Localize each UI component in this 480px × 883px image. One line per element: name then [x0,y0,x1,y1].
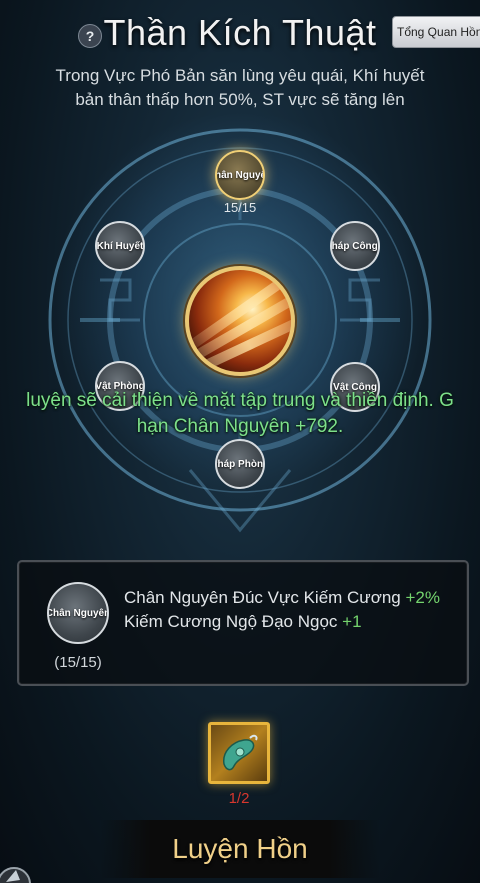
jade-pendant-graphic [223,734,258,771]
flame-slash-skill-icon[interactable] [185,266,295,376]
bonus-value: +2% [405,588,440,607]
bonus-line: Chân Nguyên Đúc Vực Kiếm Cương +2% [124,588,440,608]
wheel-node-khi-huyet[interactable]: Khí Huyết [95,221,145,271]
skill-description: Trong Vực Phó Bản săn lùng yêu quái, Khí… [0,64,480,112]
node-label: Chân Nguyên [215,169,263,181]
wheel-node-chan-nguyen[interactable]: Chân Nguyên [215,150,265,200]
node-label: Pháp Phòng [217,458,264,470]
wheel-node-phap-phong[interactable]: Pháp Phòng [215,439,265,489]
description-line-1: Trong Vực Phó Bản săn lùng yêu quái, Khí… [55,66,425,85]
refine-soul-button[interactable]: Luyện Hồn [100,820,380,878]
wheel-node-phap-cong[interactable]: Pháp CôngK [330,221,380,271]
bonus-name: Kiếm Cương Ngộ Đạo Ngọc [124,612,338,631]
node-detail-panel: Chân Nguyên (15/15) Chân Nguyên Đúc Vực … [17,560,469,686]
soul-overview-button[interactable]: Tổng Quan Hồn [392,16,480,48]
description-line-2: bản thân thấp hơn 50%, ST vực sẽ tăng lê… [75,90,405,109]
bonus-value: +1 [342,612,362,631]
corner-emblem-icon [0,867,31,883]
node-label: Khí Huyết [96,240,144,252]
panel-node-count: (15/15) [54,654,102,671]
system-message: luyện sẽ cải thiện về mặt tập trung và t… [0,388,480,440]
panel-node-icon: Chân Nguyên [47,582,109,644]
panel-node-label: Chân Nguyên [47,607,109,619]
node-label: Pháp CôngK [331,240,378,252]
jade-pendant-icon[interactable] [208,722,270,784]
system-message-line-1: luyện sẽ cải thiện về mặt tập trung và t… [26,390,454,411]
system-message-line-2: hạn Chân Nguyên +792. [136,416,344,437]
active-node-count: 15/15 [223,200,257,215]
bonus-line: Kiếm Cương Ngộ Đạo Ngọc +1 [124,612,362,632]
material-count: 1/2 [228,790,250,807]
bonus-name: Chân Nguyên Đúc Vực Kiếm Cương [124,588,401,607]
